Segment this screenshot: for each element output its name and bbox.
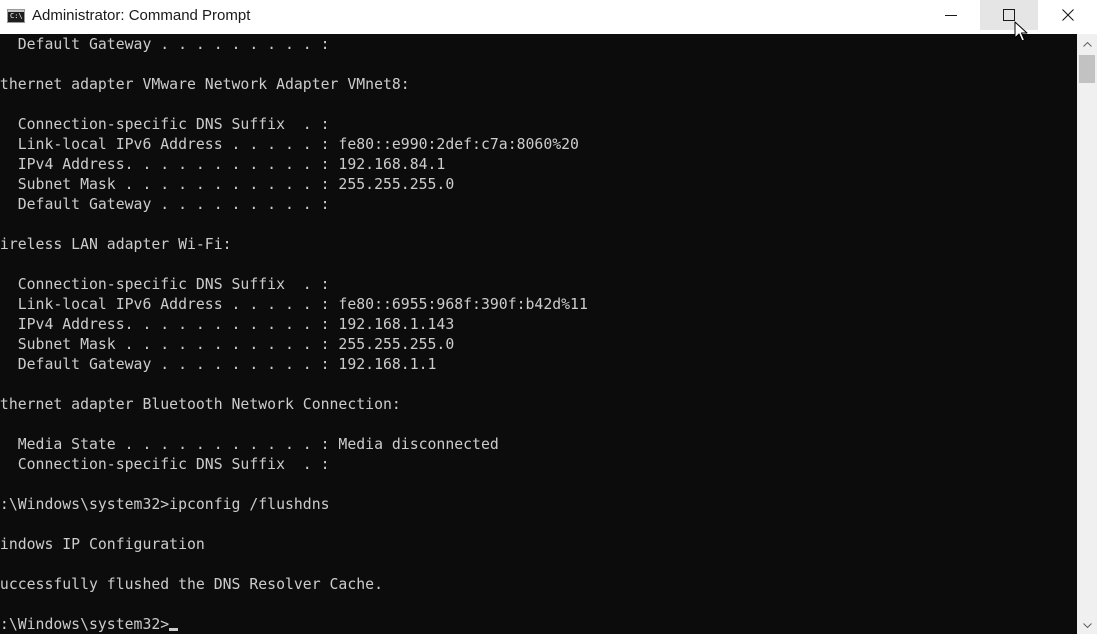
console-output[interactable]: Default Gateway . . . . . . . . . : Ethe… [0, 34, 1077, 634]
minimize-button[interactable] [922, 0, 980, 30]
console-line: IPv4 Address. . . . . . . . . . . : 192.… [0, 156, 446, 173]
console-line: Default Gateway . . . . . . . . . : 192.… [0, 356, 437, 373]
console-line: Default Gateway . . . . . . . . . : [0, 196, 330, 213]
console-line: Connection-specific DNS Suffix . : [0, 276, 330, 293]
command-prompt-icon[interactable]: C:\. [7, 9, 25, 23]
console-line: Ethernet adapter VMware Network Adapter … [0, 76, 410, 93]
title-bar[interactable]: C:\. Administrator: Command Prompt [0, 0, 1097, 34]
console-line: Wireless LAN adapter Wi-Fi: [0, 236, 232, 253]
console-line: Connection-specific DNS Suffix . : [0, 116, 330, 133]
scroll-down-button[interactable] [1077, 617, 1097, 634]
scroll-thumb[interactable] [1079, 55, 1095, 83]
prompt-text: C:\Windows\system32> [0, 616, 170, 633]
console-line: Link-local IPv6 Address . . . . . : fe80… [0, 136, 579, 153]
minimize-icon [945, 15, 957, 16]
icon-glyph: C:\. [10, 12, 24, 20]
mouse-pointer-icon [1014, 21, 1028, 42]
vertical-scrollbar[interactable] [1077, 34, 1097, 634]
console-line: Connection-specific DNS Suffix . : [0, 456, 330, 473]
console-line: Media State . . . . . . . . . . . : Medi… [0, 436, 499, 453]
console-line: Default Gateway . . . . . . . . . : [0, 36, 330, 53]
close-icon [1062, 9, 1074, 21]
command-prompt-window: C:\. Administrator: Command Prompt Defau… [0, 0, 1097, 634]
close-button[interactable] [1039, 0, 1097, 30]
console-line: C:\Windows\system32>ipconfig /flushdns [0, 496, 330, 513]
scroll-down-arrow-icon [1082, 623, 1092, 628]
text-cursor [169, 628, 179, 631]
console-line: Ethernet adapter Bluetooth Network Conne… [0, 396, 401, 413]
maximize-icon [1003, 9, 1015, 21]
command-prompt-line[interactable]: C:\Windows\system32> [0, 615, 179, 634]
console-line: Windows IP Configuration [0, 536, 205, 553]
console-line: Link-local IPv6 Address . . . . . : fe80… [0, 296, 588, 313]
console-line: Successfully flushed the DNS Resolver Ca… [0, 576, 383, 593]
console-line: Subnet Mask . . . . . . . . . . . : 255.… [0, 176, 455, 193]
console-line: IPv4 Address. . . . . . . . . . . : 192.… [0, 316, 455, 333]
maximize-button[interactable] [980, 0, 1038, 30]
scroll-up-button[interactable] [1077, 36, 1097, 53]
scroll-up-arrow-icon [1082, 42, 1092, 47]
console-line: Subnet Mask . . . . . . . . . . . : 255.… [0, 336, 455, 353]
window-title: Administrator: Command Prompt [32, 7, 251, 24]
